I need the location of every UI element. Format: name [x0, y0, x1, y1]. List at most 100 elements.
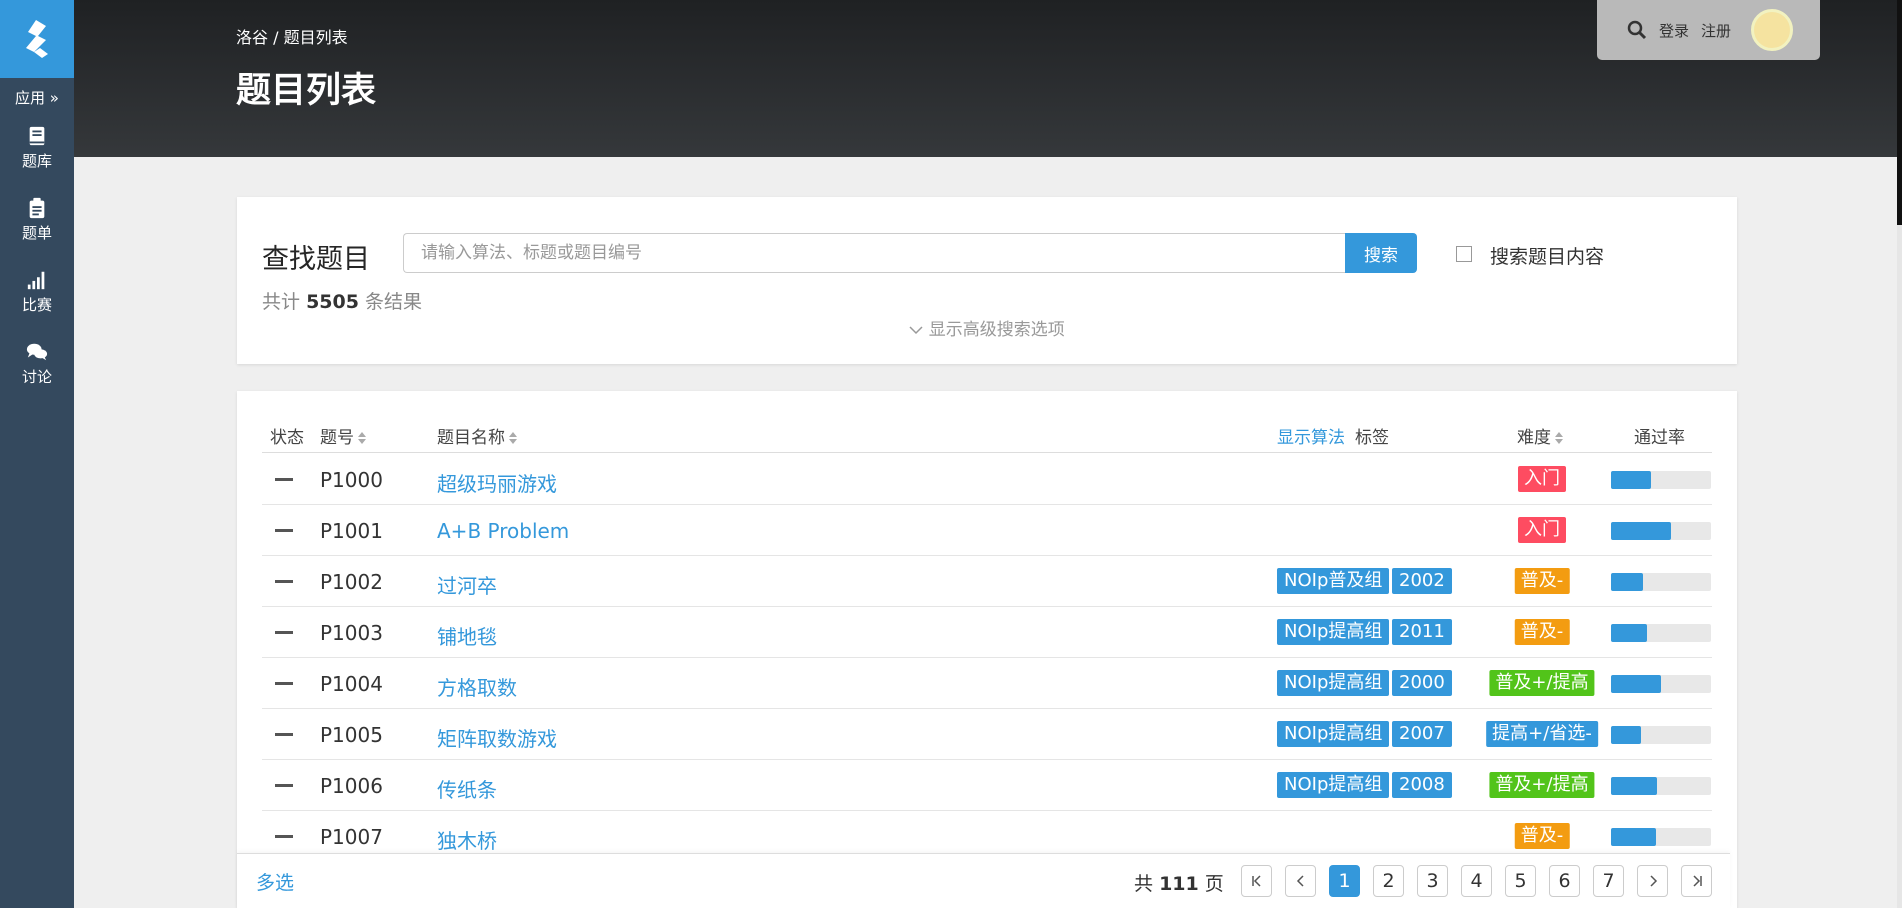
problem-tag[interactable]: NOIp提高组	[1277, 721, 1390, 747]
breadcrumb[interactable]: 洛谷 / 题目列表	[236, 24, 348, 48]
table-row[interactable]: P1001 A+B Problem 入门	[262, 505, 1712, 556]
table-header: 状态 题号 题目名称 显示算法 标签 难度 通过率	[262, 411, 1712, 453]
scrollbar-thumb[interactable]	[1897, 0, 1902, 225]
difficulty-badge: 提高+/省选-	[1486, 721, 1598, 747]
sidebar-item-discuss[interactable]: 讨论	[0, 328, 74, 400]
difficulty-badge: 普及+/提高	[1489, 772, 1595, 798]
problem-title-link[interactable]: 独木桥	[437, 825, 497, 854]
avatar[interactable]	[1751, 9, 1794, 51]
last-page-button[interactable]	[1681, 865, 1712, 897]
problem-tag[interactable]: NOIp普及组	[1277, 568, 1390, 594]
sidebar-item-contests[interactable]: 比赛	[0, 256, 74, 328]
sort-icon	[509, 432, 517, 444]
problem-title-link[interactable]: 方格取数	[437, 672, 517, 701]
pass-rate-fill	[1611, 726, 1641, 744]
result-count-value: 5505	[306, 291, 359, 313]
page-button[interactable]: 7	[1593, 865, 1624, 897]
user-nav: 登录 注册	[1597, 0, 1820, 60]
prev-page-button[interactable]	[1285, 865, 1316, 897]
first-page-button[interactable]	[1241, 865, 1272, 897]
problem-title-link[interactable]: 传纸条	[437, 774, 497, 803]
login-link[interactable]: 登录	[1659, 20, 1689, 41]
problem-title-link[interactable]: 过河卒	[437, 570, 497, 599]
search-content-label[interactable]: 搜索题目内容	[1490, 242, 1604, 269]
pass-rate-bar	[1611, 777, 1711, 795]
next-page-button[interactable]	[1637, 865, 1668, 897]
problem-title-link[interactable]: 矩阵取数游戏	[437, 723, 557, 752]
page-button[interactable]: 3	[1417, 865, 1448, 897]
chevron-down-icon	[909, 326, 923, 335]
problem-id: P1003	[320, 621, 383, 645]
problem-tag[interactable]: 2000	[1392, 670, 1452, 696]
scrollbar-track[interactable]	[1897, 0, 1902, 908]
problem-tag[interactable]: 2002	[1392, 568, 1452, 594]
header-difficulty[interactable]: 难度	[1517, 423, 1563, 448]
search-button[interactable]: 搜索	[1345, 233, 1417, 273]
pagination-bar: 多选 共 111 页 1234567	[237, 853, 1730, 908]
search-icon[interactable]	[1627, 20, 1647, 40]
show-algorithm-toggle[interactable]: 显示算法	[1277, 423, 1345, 448]
problem-tag[interactable]: 2008	[1392, 772, 1452, 798]
problem-tag[interactable]: NOIp提高组	[1277, 670, 1390, 696]
problem-id: P1001	[320, 519, 383, 543]
problem-tag[interactable]: NOIp提高组	[1277, 619, 1390, 645]
header-pass-rate: 通过率	[1634, 428, 1685, 448]
page-button[interactable]: 6	[1549, 865, 1580, 897]
multi-select-button[interactable]: 多选	[256, 868, 294, 895]
page-button[interactable]: 4	[1461, 865, 1492, 897]
header-name[interactable]: 题目名称	[437, 423, 517, 448]
problem-tag[interactable]: 2011	[1392, 619, 1452, 645]
pass-rate-bar	[1611, 624, 1711, 642]
pass-rate-fill	[1611, 828, 1656, 846]
problem-title-link[interactable]: 铺地毯	[437, 621, 497, 650]
page-button[interactable]: 1	[1329, 865, 1360, 897]
first-page-icon	[1251, 875, 1261, 887]
clipboard-icon	[29, 197, 45, 219]
table-row[interactable]: P1006 传纸条 NOIp提高组 2008 普及+/提高	[262, 760, 1712, 811]
table-row[interactable]: P1003 铺地毯 NOIp提高组 2011 普及-	[262, 607, 1712, 658]
status-dash-icon	[275, 784, 293, 787]
header-pid[interactable]: 题号	[320, 423, 366, 448]
pass-rate-bar	[1611, 573, 1711, 591]
register-link[interactable]: 注册	[1701, 20, 1731, 41]
problem-tag[interactable]: NOIp提高组	[1277, 772, 1390, 798]
search-content-checkbox[interactable]	[1456, 246, 1472, 262]
table-row[interactable]: P1002 过河卒 NOIp普及组 2002 普及-	[262, 556, 1712, 607]
problem-title-link[interactable]: 超级玛丽游戏	[437, 468, 557, 497]
sidebar: 应用 » 题库 题单 比赛 讨论	[0, 0, 74, 908]
sidebar-item-label: 题库	[21, 152, 52, 170]
page-button[interactable]: 5	[1505, 865, 1536, 897]
difficulty-badge: 普及+/提高	[1489, 670, 1595, 696]
status-dash-icon	[275, 835, 293, 838]
sort-icon	[1555, 432, 1563, 444]
problem-title-link[interactable]: A+B Problem	[437, 519, 569, 543]
pass-rate-fill	[1611, 675, 1661, 693]
problem-tag[interactable]: 2007	[1392, 721, 1452, 747]
last-page-icon	[1692, 875, 1702, 887]
sidebar-item-problem-lists[interactable]: 题单	[0, 184, 74, 256]
pass-rate-fill	[1611, 777, 1657, 795]
difficulty-badge: 普及-	[1514, 568, 1570, 594]
table-row[interactable]: P1004 方格取数 NOIp提高组 2000 普及+/提高	[262, 658, 1712, 709]
signal-bars-icon	[27, 271, 45, 290]
table-row[interactable]: P1005 矩阵取数游戏 NOIp提高组 2007 提高+/省选-	[262, 709, 1712, 760]
sidebar-item-problems[interactable]: 题库	[0, 112, 74, 184]
logo-icon	[26, 20, 48, 58]
status-dash-icon	[275, 733, 293, 736]
chat-bubbles-icon	[26, 343, 48, 361]
search-input[interactable]	[403, 233, 1346, 273]
difficulty-badge: 普及-	[1514, 823, 1570, 849]
advanced-search-toggle[interactable]: 显示高级搜索选项	[237, 315, 1737, 340]
sidebar-item-label: 讨论	[21, 368, 52, 386]
table-row[interactable]: P1000 超级玛丽游戏 入门	[262, 454, 1712, 505]
pass-rate-bar	[1611, 471, 1711, 489]
status-dash-icon	[275, 478, 293, 481]
difficulty-badge: 入门	[1518, 517, 1566, 543]
book-icon	[29, 126, 45, 146]
luogu-logo[interactable]	[0, 0, 74, 78]
pass-rate-bar	[1611, 675, 1711, 693]
page-header: 洛谷 / 题目列表 题目列表 登录 注册	[74, 0, 1897, 157]
sidebar-app-menu[interactable]: 应用 »	[0, 86, 74, 110]
page-button[interactable]: 2	[1373, 865, 1404, 897]
problem-id: P1004	[320, 672, 383, 696]
